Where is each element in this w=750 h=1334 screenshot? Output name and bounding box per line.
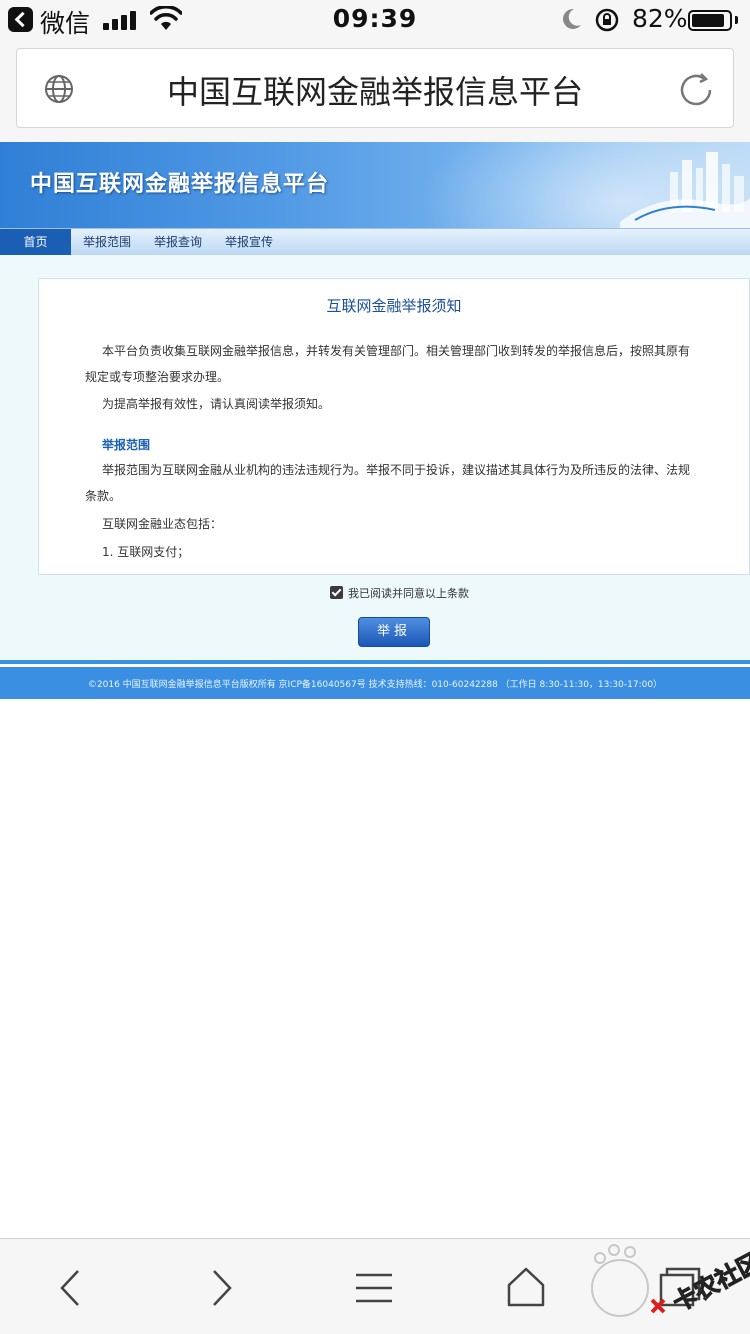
main-nav: 首页 举报范围 举报查询 举报宣传 bbox=[0, 228, 750, 255]
rotation-lock-icon bbox=[595, 8, 619, 32]
battery-icon bbox=[688, 10, 732, 31]
notice-paragraph-2: 为提高举报有效性，请认真阅读举报须知。 bbox=[102, 397, 331, 411]
section-heading-report-scope: 举报范围 bbox=[102, 438, 151, 452]
back-icon[interactable] bbox=[46, 1263, 96, 1313]
reload-icon[interactable] bbox=[677, 71, 715, 109]
footer-copyright: ©2016 中国互联网金融举报信息平台版权所有 京ICP备16040567号 技… bbox=[87, 680, 663, 690]
site-banner: 中国互联网金融举报信息平台 bbox=[0, 142, 750, 228]
notice-title: 互联网金融举报须知 bbox=[326, 297, 462, 315]
site-footer: ©2016 中国互联网金融举报信息平台版权所有 京ICP备16040567号 技… bbox=[0, 667, 750, 699]
notice-paragraph-1-line-1: 本平台负责收集互联网金融举报信息，并转发有关管理部门。相关管理部门收到转发的举报… bbox=[102, 344, 691, 358]
address-bar-area: 中国互联网金融举报信息平台 bbox=[0, 40, 750, 142]
nav-item-report-scope[interactable]: 举报范围 bbox=[73, 229, 141, 255]
nav-item-home[interactable]: 首页 bbox=[0, 229, 71, 255]
agree-checkbox[interactable] bbox=[330, 586, 343, 599]
page-title: 中国互联网金融举报信息平台 bbox=[166, 73, 583, 111]
notice-paragraph-1-line-2: 规定或专项整治要求办理。 bbox=[85, 370, 230, 384]
nav-item-report-query[interactable]: 举报查询 bbox=[144, 229, 212, 255]
footer-divider bbox=[0, 660, 750, 664]
nav-item-report-publicity[interactable]: 举报宣传 bbox=[215, 229, 283, 255]
notice-panel[interactable]: 互联网金融举报须知 本平台负责收集互联网金融举报信息，并转发有关管理部门。相关管… bbox=[38, 278, 750, 575]
menu-icon[interactable] bbox=[349, 1263, 399, 1313]
report-button[interactable]: 举报 bbox=[358, 617, 430, 647]
agree-label[interactable]: 我已阅读并同意以上条款 bbox=[348, 585, 469, 601]
forward-icon[interactable] bbox=[196, 1263, 246, 1313]
notice-list-item-1: 1. 互联网支付； bbox=[102, 545, 190, 559]
site-logo-title: 中国互联网金融举报信息平台 bbox=[30, 172, 330, 197]
notice-paragraph-4: 互联网金融业态包括： bbox=[102, 517, 223, 531]
city-skyline-image bbox=[620, 152, 750, 228]
notice-paragraph-3-line-2: 条款。 bbox=[85, 489, 122, 503]
notice-paragraph-3-line-1: 举报范围为互联网金融从业机构的违法违规行为。举报不同于投诉，建议描述其具体行为及… bbox=[102, 463, 691, 477]
battery-tip bbox=[735, 16, 738, 24]
moon-icon bbox=[563, 8, 581, 29]
watermark-logo: 卡农社区 bbox=[591, 1244, 750, 1318]
status-bar: 微信 09:39 82% bbox=[0, 0, 750, 40]
globe-icon bbox=[45, 75, 73, 103]
address-bar[interactable]: 中国互联网金融举报信息平台 bbox=[16, 48, 734, 128]
svg-text:卡农社区: 卡农社区 bbox=[668, 1247, 750, 1317]
battery-percent: 82% bbox=[632, 4, 688, 33]
home-icon[interactable] bbox=[501, 1263, 551, 1313]
